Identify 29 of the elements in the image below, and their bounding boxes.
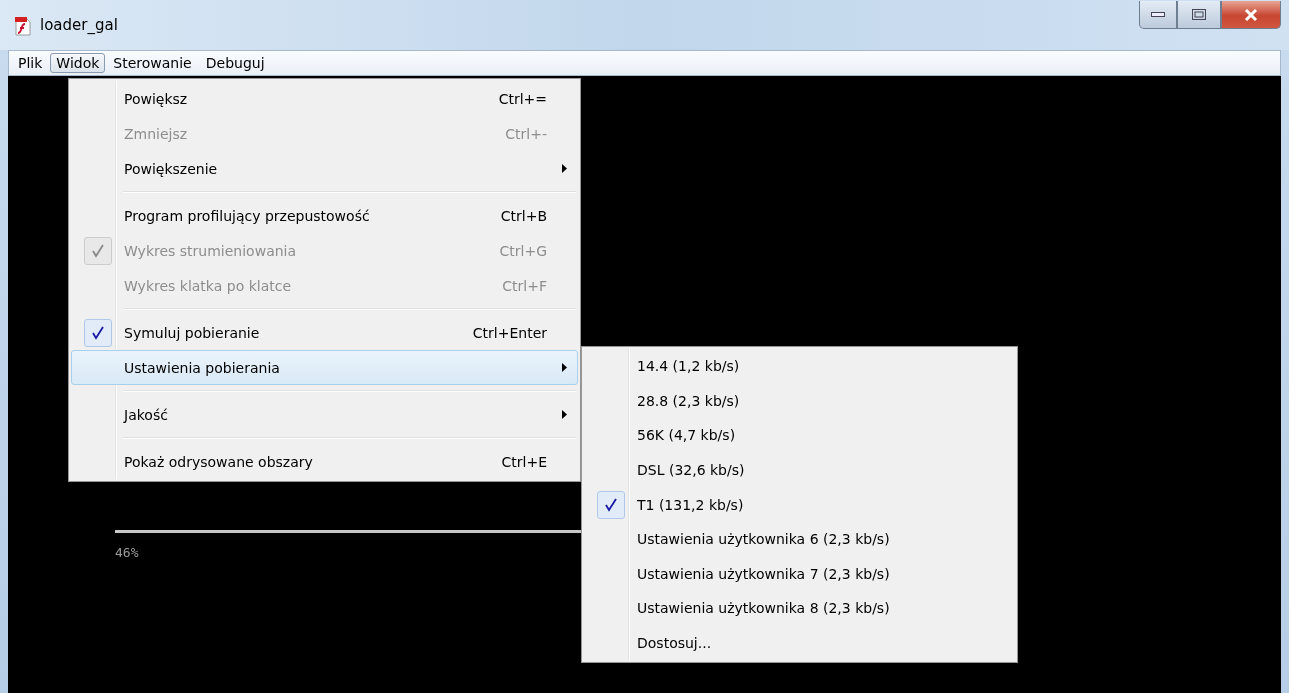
minimize-icon bbox=[1151, 11, 1165, 18]
window-title: loader_gal bbox=[40, 16, 118, 34]
menu-bar-item[interactable]: Plik bbox=[12, 53, 49, 73]
flash-document-icon bbox=[14, 16, 32, 36]
menu-item[interactable]: DSL (32,6 kb/s) bbox=[584, 452, 1015, 488]
menu-item[interactable]: Ustawienia użytkownika 6 (2,3 kb/s) bbox=[584, 521, 1015, 557]
menu-bar-item[interactable]: Sterowanie bbox=[107, 53, 198, 73]
menu-item[interactable]: 56K (4,7 kb/s) bbox=[584, 418, 1015, 453]
close-button[interactable] bbox=[1221, 1, 1281, 29]
menu-item[interactable]: Ustawienia użytkownika 8 (2,3 kb/s) bbox=[584, 591, 1015, 626]
menu-item[interactable]: Dostosuj... bbox=[584, 625, 1015, 661]
menu-item[interactable]: Ustawienia użytkownika 7 (2,3 kb/s) bbox=[584, 556, 1015, 592]
maximize-icon bbox=[1192, 9, 1206, 20]
menu-item[interactable]: T1 (131,2 kb/s) bbox=[584, 487, 1015, 522]
menu-item[interactable]: Powiększenie bbox=[71, 151, 578, 186]
progress-label: 46% bbox=[115, 545, 139, 560]
menu-item[interactable]: 28.8 (2,3 kb/s) bbox=[584, 383, 1015, 419]
menu-item[interactable]: Program profilujący przepustowość Ctrl+B bbox=[71, 198, 578, 233]
menu-item[interactable]: Ustawienia pobierania bbox=[71, 350, 578, 385]
close-icon bbox=[1244, 8, 1258, 21]
maximize-button[interactable] bbox=[1177, 1, 1221, 29]
menu-item[interactable]: Symuluj pobieranie Ctrl+Enter bbox=[71, 315, 578, 350]
menu-item[interactable]: 14.4 (1,2 kb/s) bbox=[584, 349, 1015, 384]
menu-bar-item[interactable]: Widok bbox=[50, 53, 106, 73]
menu-item[interactable]: Powiększ Ctrl+= bbox=[71, 81, 578, 116]
menu-item[interactable]: Pokaż odrysowane obszary Ctrl+E bbox=[71, 444, 578, 479]
minimize-button[interactable] bbox=[1139, 1, 1177, 29]
menu-item[interactable]: Jakość bbox=[71, 397, 578, 432]
menu-bar-item[interactable]: Debuguj bbox=[199, 53, 271, 73]
